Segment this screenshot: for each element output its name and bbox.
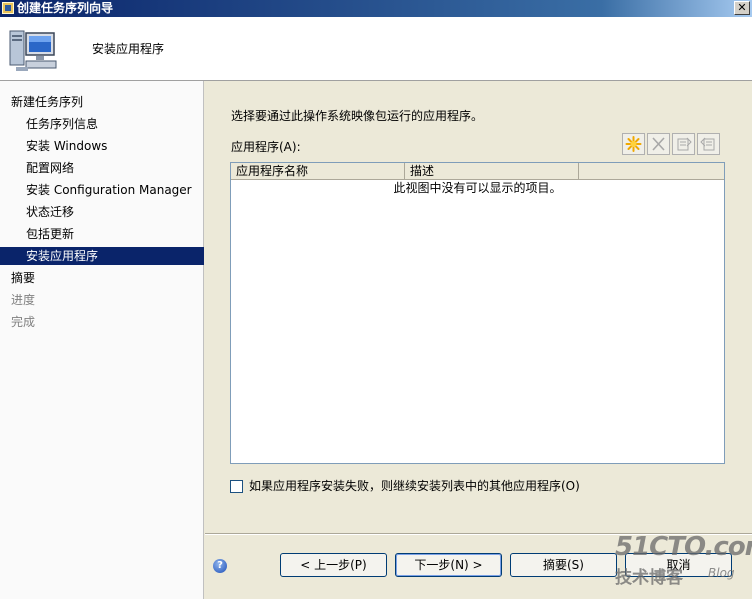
title-bar[interactable]: 创建任务序列向导 ✕ [0, 0, 752, 17]
step-summary[interactable]: 摘要 [0, 269, 204, 287]
continue-on-failure-label[interactable]: 如果应用程序安装失败，则继续安装列表中的其他应用程序(O) [249, 479, 580, 494]
window-title: 创建任务序列向导 [17, 1, 114, 15]
instruction-text: 选择要通过此操作系统映像包运行的应用程序。 [231, 109, 484, 123]
summary-button[interactable]: 摘要(S) [510, 553, 617, 577]
computer-icon [9, 30, 57, 71]
wizard-content: 选择要通过此操作系统映像包运行的应用程序。 应用程序(A): 应用程序名称 描述… [205, 81, 752, 599]
step-install-applications[interactable]: 安装应用程序 [0, 247, 204, 265]
step-install-configmgr[interactable]: 安装 Configuration Manager [0, 181, 204, 199]
step-configure-network[interactable]: 配置网络 [0, 159, 204, 177]
list-header: 应用程序名称 描述 [231, 163, 724, 180]
next-button[interactable]: 下一步(N) > [395, 553, 502, 577]
wizard-header: 安装应用程序 [0, 17, 752, 81]
close-icon[interactable]: ✕ [734, 1, 750, 15]
column-app-name[interactable]: 应用程序名称 [231, 163, 405, 179]
step-progress: 进度 [11, 293, 36, 307]
delete-x-icon[interactable] [647, 133, 670, 155]
cancel-button[interactable]: 取消 [625, 553, 732, 577]
applications-list[interactable]: 应用程序名称 描述 此视图中没有可以显示的项目。 [230, 162, 725, 464]
help-icon[interactable]: ? [213, 559, 227, 573]
step-install-windows[interactable]: 安装 Windows [0, 137, 204, 155]
step-include-updates[interactable]: 包括更新 [0, 225, 204, 243]
step-task-sequence-info[interactable]: 任务序列信息 [0, 115, 204, 133]
column-description[interactable]: 描述 [405, 163, 579, 179]
footer-divider [205, 533, 752, 535]
wizard-app-icon [2, 2, 14, 14]
continue-on-failure-checkbox[interactable] [230, 480, 243, 493]
applications-label: 应用程序(A): [231, 140, 301, 154]
step-complete: 完成 [11, 315, 36, 329]
move-up-icon[interactable] [672, 133, 695, 155]
step-new-task-sequence[interactable]: 新建任务序列 [0, 93, 204, 111]
wizard-steps-sidebar: 新建任务序列 任务序列信息 安装 Windows 配置网络 安装 Configu… [0, 81, 204, 599]
step-state-migration[interactable]: 状态迁移 [0, 203, 204, 221]
empty-list-message: 此视图中没有可以显示的项目。 [393, 181, 562, 195]
page-title: 安装应用程序 [92, 42, 165, 56]
move-down-icon[interactable] [697, 133, 720, 155]
new-star-icon[interactable] [622, 133, 645, 155]
previous-button[interactable]: < 上一步(P) [280, 553, 387, 577]
